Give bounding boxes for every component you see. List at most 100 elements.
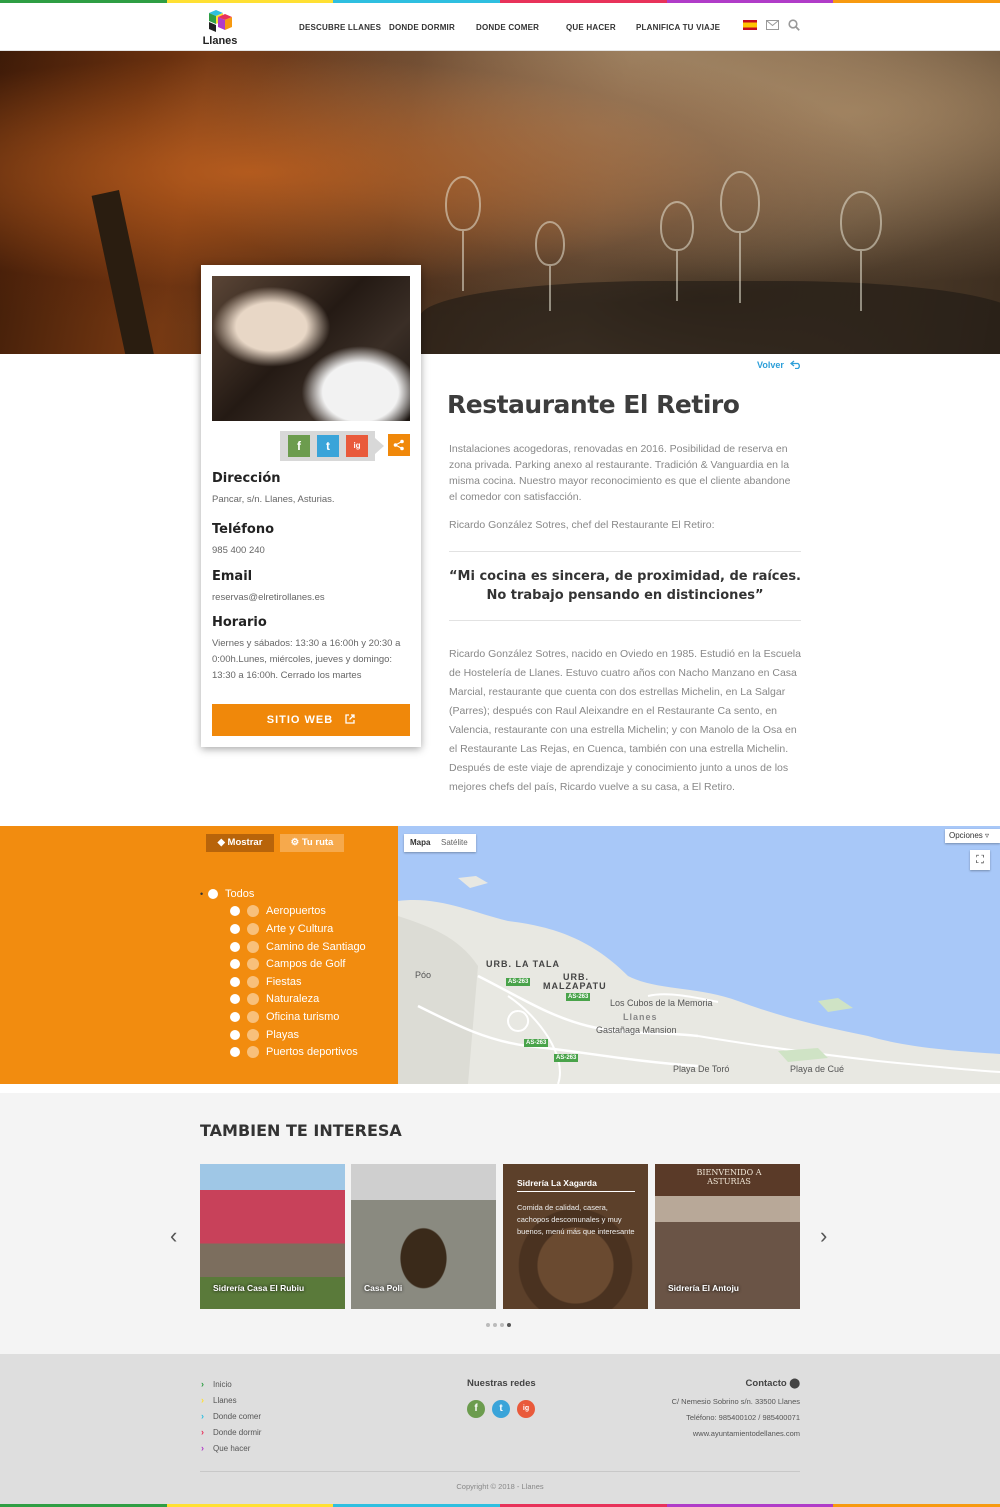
chef-biography: Ricardo González Sotres, nacido en Ovied…: [449, 648, 801, 793]
email-label: Email: [212, 569, 253, 584]
carousel-dot[interactable]: [493, 1323, 497, 1327]
category-icon: [247, 1010, 259, 1023]
map-label-playa-toro: Playa De Toró: [673, 1064, 730, 1074]
footer-link[interactable]: › Que hacer: [201, 1440, 261, 1456]
radio-button[interactable]: [230, 959, 240, 970]
quote-line-1: “Mi cocina es sincera, de proximidad, de…: [449, 569, 801, 584]
wine-glass: [840, 191, 882, 251]
back-link[interactable]: Volver: [757, 360, 802, 370]
filter-item[interactable]: Aeropuertos: [230, 903, 366, 921]
email-value[interactable]: reservas@elretirollanes.es: [212, 590, 410, 606]
radio-button[interactable]: [230, 941, 240, 952]
carousel-dot[interactable]: [500, 1323, 504, 1327]
page-title: Restaurante El Retiro: [447, 390, 740, 419]
filter-label: Arte y Cultura: [266, 922, 334, 935]
share-icon[interactable]: [388, 434, 410, 456]
phone-block: Teléfono 985 400 240: [212, 522, 410, 559]
tab-mostrar[interactable]: ◆ Mostrar: [206, 834, 274, 852]
hero-table: [420, 281, 1000, 354]
search-icon[interactable]: [788, 19, 800, 31]
footer-link-label: Inicio: [213, 1379, 232, 1389]
nav-planifica-tu-viaje[interactable]: PLANIFICA TU VIAJE: [636, 23, 720, 32]
category-icon: [247, 940, 259, 953]
copyright: Copyright © 2018 - Llanes: [456, 1482, 544, 1491]
filter-item[interactable]: Puertos deportivos: [230, 1043, 366, 1061]
schedule-block: Horario Viernes y sábados: 13:30 a 16:00…: [212, 615, 410, 684]
radio-button[interactable]: [230, 1011, 240, 1022]
footer-link[interactable]: › Donde dormir: [201, 1424, 261, 1440]
instagram-icon[interactable]: ig: [517, 1400, 535, 1418]
filter-item[interactable]: Campos de Golf: [230, 955, 366, 973]
map-road-label: AS-263: [506, 978, 531, 986]
phone-value: 985 400 240: [212, 545, 265, 556]
nav-donde-dormir[interactable]: DONDE DORMIR: [389, 23, 455, 32]
radio-button[interactable]: [230, 923, 240, 934]
filter-label: Puertos deportivos: [266, 1046, 358, 1059]
instagram-icon[interactable]: ig: [346, 435, 368, 457]
map-type-control: Mapa Satélite: [404, 834, 476, 852]
footer-website[interactable]: www.ayuntamientodellanes.com: [672, 1426, 800, 1442]
filter-item[interactable]: Naturaleza: [230, 991, 366, 1009]
radio-button[interactable]: [230, 976, 240, 987]
filter-item[interactable]: Playas: [230, 1026, 366, 1044]
twitter-icon[interactable]: t: [492, 1400, 510, 1418]
schedule-value: Viernes y sábados: 13:30 a 16:00h y 20:3…: [212, 638, 401, 681]
nav-donde-comer[interactable]: DONDE COMER: [476, 23, 539, 32]
gears-icon: ⚙: [290, 837, 302, 848]
website-button-label: SITIO WEB: [266, 714, 334, 726]
filter-item[interactable]: Camino de Santiago: [230, 938, 366, 956]
schedule-label: Horario: [212, 615, 267, 630]
map-options-button[interactable]: Opciones ▿: [945, 829, 1000, 843]
wine-glass-stem: [860, 251, 862, 311]
divider: [200, 1471, 800, 1472]
map-label-llanes: Llanes: [623, 1012, 658, 1022]
chevron-right-icon: ›: [201, 1395, 204, 1405]
fullscreen-icon[interactable]: ⛶: [970, 850, 990, 870]
filter-item[interactable]: • Todos: [200, 885, 366, 903]
filter-item[interactable]: Fiestas: [230, 973, 366, 991]
footer-link[interactable]: › Inicio: [201, 1376, 261, 1392]
carousel-dot[interactable]: [486, 1323, 490, 1327]
category-icon: [247, 1028, 259, 1041]
map-type-satellite[interactable]: Satélite: [441, 838, 468, 847]
map-label-malzapatu: MALZAPATU: [543, 981, 607, 991]
google-map[interactable]: Mapa Satélite Opciones ▿ ⛶ Póo URB. LA T…: [398, 826, 1000, 1084]
divider: [517, 1191, 635, 1192]
filter-item[interactable]: Oficina turismo: [230, 1008, 366, 1026]
logo-text: Llanes: [202, 35, 238, 47]
facebook-icon[interactable]: f: [288, 435, 310, 457]
footer-link-label: Donde comer: [213, 1411, 262, 1421]
category-filter-list: • Todos Aeropuertos Arte y Cultura Camino de…: [200, 885, 366, 1061]
carousel-prev-icon[interactable]: ‹: [170, 1223, 177, 1249]
website-button[interactable]: SITIO WEB: [212, 704, 410, 736]
related-card[interactable]: BIENVENIDO A ASTURIAS Sidrería El Antoju: [655, 1164, 800, 1309]
map-type-map[interactable]: Mapa: [410, 838, 430, 847]
site-logo[interactable]: Llanes: [200, 8, 240, 48]
related-card[interactable]: Sidrería Casa El Rubiu: [200, 1164, 345, 1309]
carousel-next-icon[interactable]: ›: [820, 1223, 827, 1249]
footer-link[interactable]: › Llanes: [201, 1392, 261, 1408]
spain-flag-icon[interactable]: [743, 20, 757, 30]
filter-label: Aeropuertos: [266, 905, 326, 918]
carousel-dot[interactable]: [507, 1323, 511, 1327]
radio-button[interactable]: [230, 994, 240, 1005]
mail-icon[interactable]: [766, 20, 779, 30]
footer-link[interactable]: › Donde comer: [201, 1408, 261, 1424]
category-icon: [247, 1046, 259, 1059]
radio-button[interactable]: [230, 1029, 240, 1040]
radio-button[interactable]: [208, 888, 218, 899]
nav-descubre-llanes[interactable]: DESCUBRE LLANES: [299, 23, 381, 32]
related-card[interactable]: Sidrería La Xagarda Comida de calidad, c…: [503, 1164, 648, 1309]
twitter-icon[interactable]: t: [317, 435, 339, 457]
email-block: Email reservas@elretirollanes.es: [212, 569, 410, 606]
share-pointer: [375, 438, 384, 454]
facebook-icon[interactable]: f: [467, 1400, 485, 1418]
filter-item[interactable]: Arte y Cultura: [230, 920, 366, 938]
nav-que-hacer[interactable]: QUE HACER: [566, 23, 616, 32]
radio-button[interactable]: [230, 906, 240, 917]
related-card[interactable]: Casa Poli: [351, 1164, 496, 1309]
tab-tu-ruta[interactable]: ⚙ Tu ruta: [280, 834, 344, 852]
map-canvas: [398, 876, 1000, 1084]
radio-button[interactable]: [230, 1047, 240, 1058]
phone-label: Teléfono: [212, 522, 275, 537]
